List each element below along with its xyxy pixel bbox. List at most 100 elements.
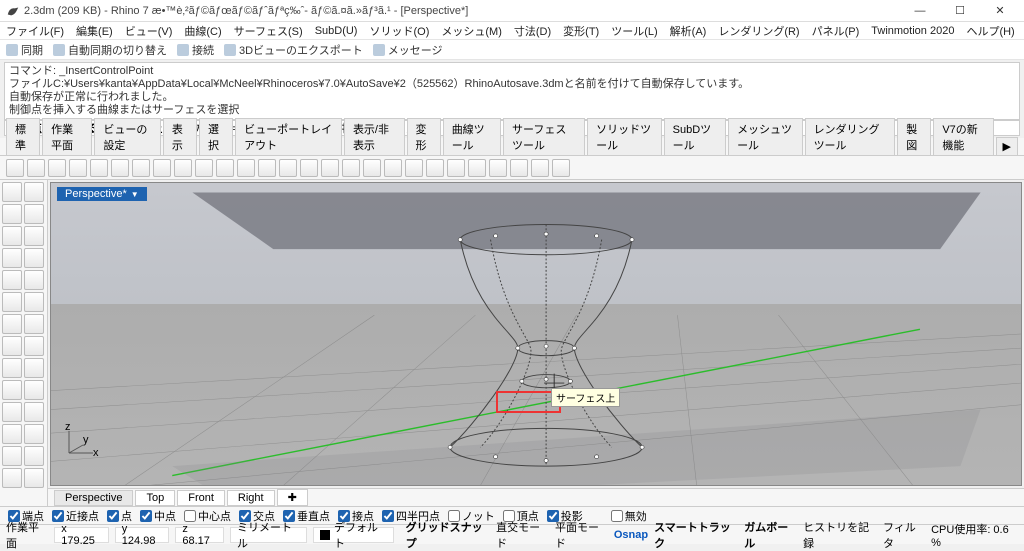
side-tool-icon[interactable]	[2, 336, 22, 356]
menu-dimension[interactable]: 寸法(D)	[514, 23, 551, 39]
status-history[interactable]: ヒストリを記録	[803, 519, 877, 551]
tool-icon[interactable]	[321, 159, 339, 177]
view-tab-front[interactable]: Front	[177, 490, 225, 506]
tool-icon[interactable]	[69, 159, 87, 177]
side-tool-icon[interactable]	[24, 446, 44, 466]
status-ortho[interactable]: 直交モード	[496, 519, 549, 551]
tab-v7new[interactable]: V7の新機能	[933, 118, 993, 155]
side-tool-icon[interactable]	[24, 380, 44, 400]
side-tool-icon[interactable]	[24, 292, 44, 312]
osnap-cen[interactable]: 中心点	[184, 508, 231, 524]
tab-transform[interactable]: 変形	[407, 118, 441, 155]
tool-icon[interactable]	[216, 159, 234, 177]
tab-cplane[interactable]: 作業平面	[42, 118, 92, 155]
side-tool-icon[interactable]	[24, 402, 44, 422]
menu-transform[interactable]: 変形(T)	[563, 23, 599, 39]
status-layer[interactable]: デフォルト	[313, 527, 393, 543]
side-tool-icon[interactable]	[2, 270, 22, 290]
tool-icon[interactable]	[363, 159, 381, 177]
osnap-point[interactable]: 点	[107, 508, 132, 524]
tab-viewset[interactable]: ビューの設定	[94, 118, 160, 155]
menu-render[interactable]: レンダリング(R)	[718, 23, 799, 39]
viewport-perspective[interactable]: Perspective* ▼	[50, 182, 1022, 486]
side-tool-icon[interactable]	[24, 358, 44, 378]
tool-icon[interactable]	[468, 159, 486, 177]
tool-icon[interactable]	[90, 159, 108, 177]
menu-twinmotion[interactable]: Twinmotion 2020	[871, 25, 954, 37]
tool-icon[interactable]	[489, 159, 507, 177]
status-plane[interactable]: 作業平面	[6, 519, 48, 551]
menu-edit[interactable]: 編集(E)	[76, 23, 113, 39]
menu-curve[interactable]: 曲線(C)	[184, 23, 221, 39]
menu-file[interactable]: ファイル(F)	[6, 23, 64, 39]
side-tool-icon[interactable]	[2, 402, 22, 422]
side-tool-icon[interactable]	[24, 226, 44, 246]
minimize-button[interactable]: —	[902, 1, 938, 21]
view-tab-top[interactable]: Top	[135, 490, 175, 506]
tool-icon[interactable]	[342, 159, 360, 177]
tool-icon[interactable]	[153, 159, 171, 177]
side-tool-icon[interactable]	[2, 380, 22, 400]
tab-subdtools[interactable]: SubDツール	[664, 118, 726, 155]
status-units[interactable]: ミリメートル	[230, 527, 307, 543]
side-tool-icon[interactable]	[24, 204, 44, 224]
tab-solidtools[interactable]: ソリッドツール	[587, 118, 662, 155]
view-tab-perspective[interactable]: Perspective	[54, 490, 133, 506]
tool-icon[interactable]	[195, 159, 213, 177]
side-tool-icon[interactable]	[24, 314, 44, 334]
tool-icon[interactable]	[132, 159, 150, 177]
tool-icon[interactable]	[405, 159, 423, 177]
menu-view[interactable]: ビュー(V)	[125, 23, 173, 39]
side-tool-icon[interactable]	[2, 468, 22, 488]
tool-icon[interactable]	[384, 159, 402, 177]
side-tool-icon[interactable]	[24, 424, 44, 444]
tab-rendertools[interactable]: レンダリングツール	[805, 118, 896, 155]
menu-solid[interactable]: ソリッド(O)	[369, 23, 429, 39]
status-smarttrack[interactable]: スマートトラック	[654, 519, 738, 551]
close-button[interactable]: ✕	[982, 1, 1018, 21]
side-tool-icon[interactable]	[2, 292, 22, 312]
tool-icon[interactable]	[174, 159, 192, 177]
sync-button[interactable]: 同期	[6, 42, 43, 58]
tool-icon[interactable]	[6, 159, 24, 177]
side-tool-icon[interactable]	[2, 226, 22, 246]
tab-display[interactable]: 表示	[163, 118, 197, 155]
tab-visibility[interactable]: 表示/非表示	[344, 118, 405, 155]
side-tool-icon[interactable]	[24, 248, 44, 268]
side-tool-icon[interactable]	[2, 446, 22, 466]
side-tool-icon[interactable]	[2, 182, 22, 202]
side-tool-icon[interactable]	[2, 248, 22, 268]
tab-meshtools[interactable]: メッシュツール	[728, 118, 803, 155]
tab-drafting[interactable]: 製図	[897, 118, 931, 155]
status-gridsnap[interactable]: グリッドスナップ	[406, 519, 491, 551]
side-tool-icon[interactable]	[2, 204, 22, 224]
side-tool-icon[interactable]	[24, 270, 44, 290]
tool-icon[interactable]	[111, 159, 129, 177]
tool-icon[interactable]	[447, 159, 465, 177]
side-tool-icon[interactable]	[2, 314, 22, 334]
tool-icon[interactable]	[27, 159, 45, 177]
side-tool-icon[interactable]	[24, 336, 44, 356]
side-tool-icon[interactable]	[2, 424, 22, 444]
menu-panels[interactable]: パネル(P)	[812, 23, 860, 39]
tool-icon[interactable]	[531, 159, 549, 177]
tab-curvetools[interactable]: 曲線ツール	[443, 118, 501, 155]
maximize-button[interactable]: ☐	[942, 1, 978, 21]
view-tab-right[interactable]: Right	[227, 490, 275, 506]
status-planar[interactable]: 平面モード	[555, 519, 608, 551]
tab-surfacetools[interactable]: サーフェスツール	[503, 118, 585, 155]
tab-standard[interactable]: 標準	[6, 118, 40, 155]
autosync-button[interactable]: 自動同期の切り替え	[53, 42, 167, 58]
tabs-scroll-right[interactable]: ▶	[996, 137, 1018, 155]
view-tab-add[interactable]: ✚	[277, 489, 308, 506]
status-filter[interactable]: フィルタ	[883, 519, 925, 551]
tool-icon[interactable]	[48, 159, 66, 177]
side-tool-icon[interactable]	[24, 468, 44, 488]
osnap-mid[interactable]: 中点	[140, 508, 176, 524]
tool-icon[interactable]	[300, 159, 318, 177]
menu-subd[interactable]: SubD(U)	[315, 25, 358, 37]
osnap-near[interactable]: 近接点	[52, 508, 99, 524]
export3d-button[interactable]: 3Dビューのエクスポート	[224, 42, 363, 58]
side-tool-icon[interactable]	[2, 358, 22, 378]
menu-analyze[interactable]: 解析(A)	[670, 23, 707, 39]
